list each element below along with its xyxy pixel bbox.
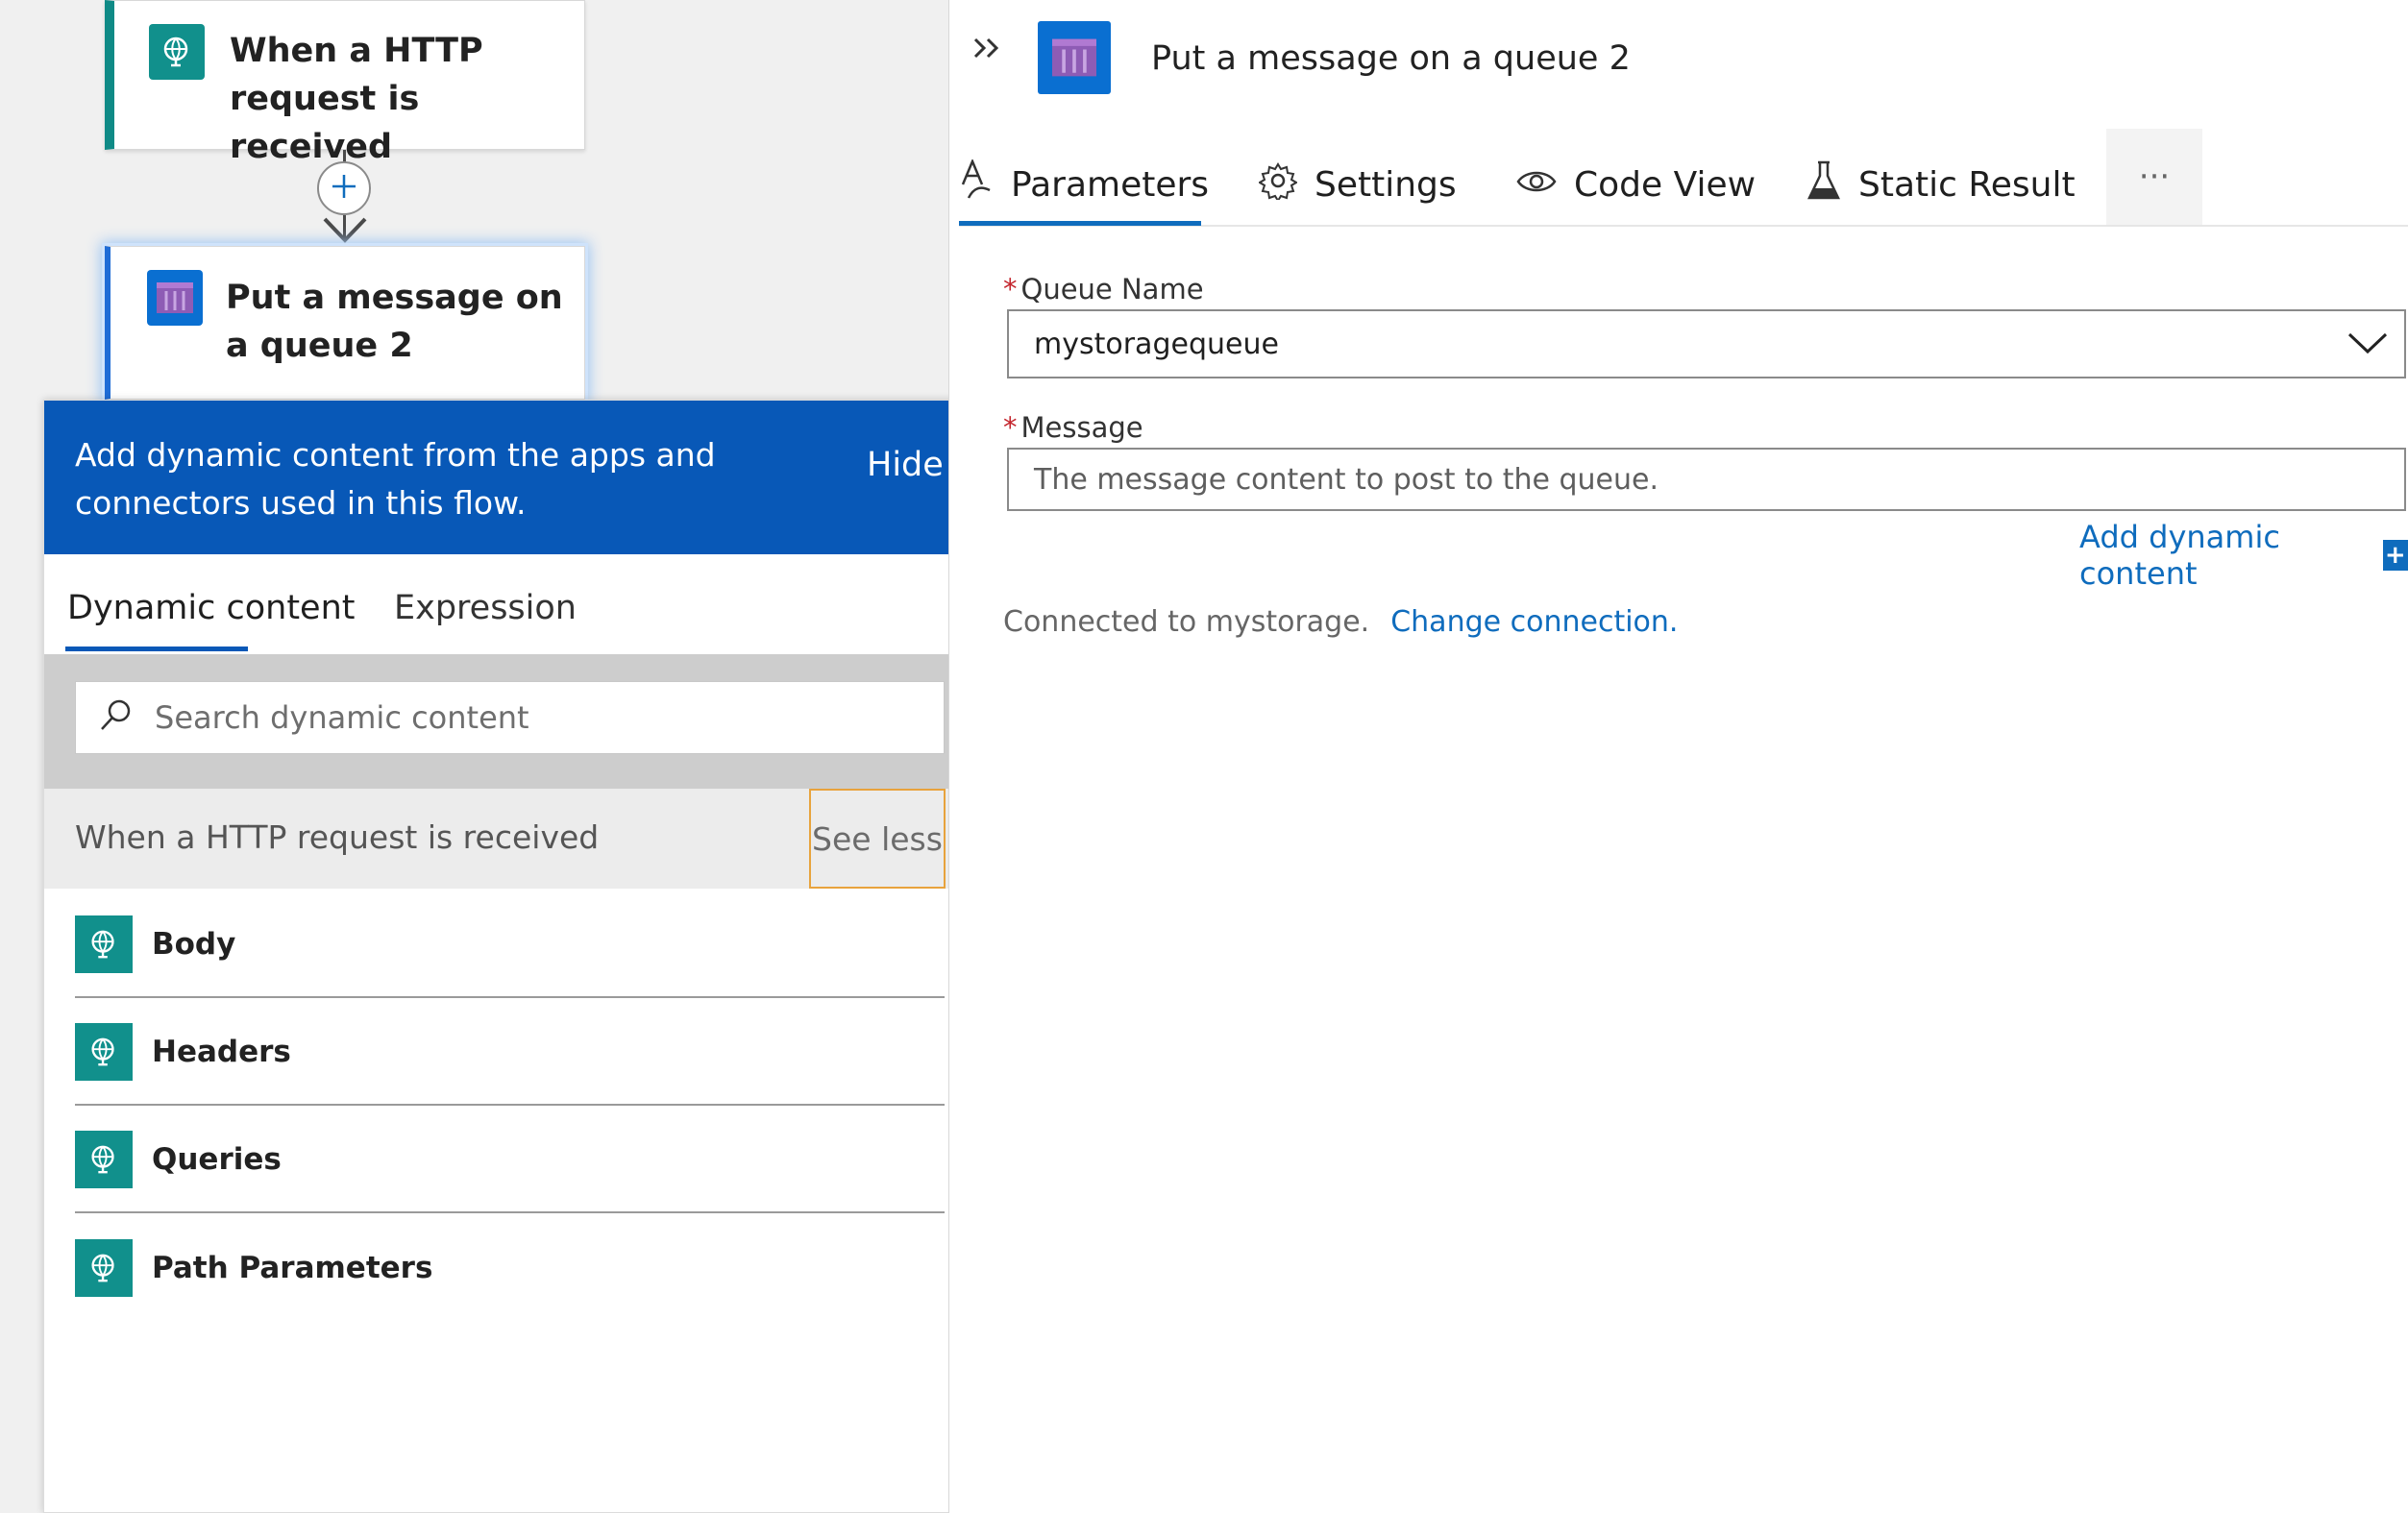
search-icon xyxy=(97,697,134,738)
message-label-text: Message xyxy=(1020,411,1143,444)
tab-label: Settings xyxy=(1315,164,1457,205)
token-label: Body xyxy=(152,927,236,962)
tab-expression[interactable]: Expression xyxy=(394,579,577,637)
tab-parameters[interactable]: Parameters xyxy=(959,156,1209,213)
add-dynamic-content-label: Add dynamic content xyxy=(2079,519,2280,592)
message-placeholder: The message content to post to the queue… xyxy=(1034,462,1659,497)
see-less-button[interactable]: See less xyxy=(809,789,946,889)
token-item-path-parameters[interactable]: Path Parameters xyxy=(75,1215,945,1321)
plus-icon xyxy=(330,172,358,205)
message-label: * Message xyxy=(1003,411,1143,444)
connection-status: Connected to mystorage. xyxy=(1003,605,1370,639)
change-connection-link[interactable]: Change connection. xyxy=(1390,605,1678,639)
collapse-panel-button[interactable] xyxy=(967,29,1009,71)
http-globe-icon xyxy=(149,24,205,80)
flask-icon xyxy=(1806,159,1858,210)
queue-name-dropdown[interactable]: mystoragequeue xyxy=(1007,309,2406,378)
panel-tabs: Parameters Settings Code View Static Res… xyxy=(959,129,2408,227)
message-input[interactable]: The message content to post to the queue… xyxy=(1007,448,2406,511)
queue-name-value: mystoragequeue xyxy=(1034,327,1279,361)
token-label: Headers xyxy=(152,1035,291,1069)
flyout-header: Add dynamic content from the apps and co… xyxy=(44,401,974,554)
token-item-headers[interactable]: Headers xyxy=(75,1000,945,1106)
storage-queue-icon xyxy=(1038,21,1111,94)
queue-name-label-text: Queue Name xyxy=(1020,273,1204,305)
required-marker: * xyxy=(1003,273,1018,305)
action-step-card[interactable]: Put a message on a queue 2 xyxy=(105,246,585,400)
search-placeholder: Search dynamic content xyxy=(155,699,529,736)
panel-title: Put a message on a queue 2 xyxy=(1151,39,1631,78)
http-globe-icon xyxy=(75,1131,133,1188)
parameters-icon xyxy=(959,158,1011,210)
add-dynamic-content-link[interactable]: Add dynamic content + xyxy=(2079,519,2408,592)
tab-settings[interactable]: Settings xyxy=(1258,156,1457,213)
trigger-step-title: When a HTTP request is received xyxy=(230,32,483,166)
dynamic-content-flyout: Add dynamic content from the apps and co… xyxy=(43,400,975,1513)
token-item-queries[interactable]: Queries xyxy=(75,1108,945,1213)
trigger-step-card[interactable]: When a HTTP request is received xyxy=(105,0,585,166)
plus-icon: + xyxy=(2382,540,2408,571)
action-details-panel: Put a message on a queue 2 Parameters Se… xyxy=(948,0,2408,1513)
chevron-down-icon xyxy=(2347,328,2389,360)
http-globe-icon xyxy=(75,1239,133,1297)
search-input[interactable]: Search dynamic content xyxy=(75,681,945,754)
queue-name-label: * Queue Name xyxy=(1003,273,1204,305)
flyout-header-text: Add dynamic content from the apps and co… xyxy=(75,436,716,522)
active-tab-indicator xyxy=(959,221,1201,226)
tab-label: Code View xyxy=(1574,164,1757,205)
hide-flyout-button[interactable]: Hide xyxy=(867,441,944,489)
token-group-header: When a HTTP request is received See less xyxy=(44,789,974,889)
gear-icon xyxy=(1258,161,1315,208)
tab-label: Static Result xyxy=(1858,164,2076,205)
eye-icon xyxy=(1516,165,1574,205)
http-globe-icon xyxy=(75,1023,133,1081)
connection-info: Connected to mystorage. Change connectio… xyxy=(1003,605,1678,639)
active-tab-indicator xyxy=(65,647,248,651)
action-step-title: Put a message on a queue 2 xyxy=(226,279,563,365)
tab-code-view[interactable]: Code View xyxy=(1516,156,1756,213)
token-label: Path Parameters xyxy=(152,1251,433,1285)
required-marker: * xyxy=(1003,411,1018,444)
token-group-title: When a HTTP request is received xyxy=(75,818,600,856)
storage-queue-icon xyxy=(147,270,203,326)
insert-step-button[interactable] xyxy=(317,161,371,215)
more-options-button[interactable]: ··· xyxy=(2106,129,2202,225)
token-item-body[interactable]: Body xyxy=(75,892,945,998)
token-label: Queries xyxy=(152,1142,282,1177)
tab-static-result[interactable]: Static Result xyxy=(1806,156,2076,213)
tab-dynamic-content[interactable]: Dynamic content xyxy=(67,579,355,637)
http-globe-icon xyxy=(75,915,133,973)
double-chevron-right-icon xyxy=(971,34,1004,66)
tab-label: Parameters xyxy=(1011,164,1210,205)
arrow-down-icon xyxy=(321,213,369,250)
